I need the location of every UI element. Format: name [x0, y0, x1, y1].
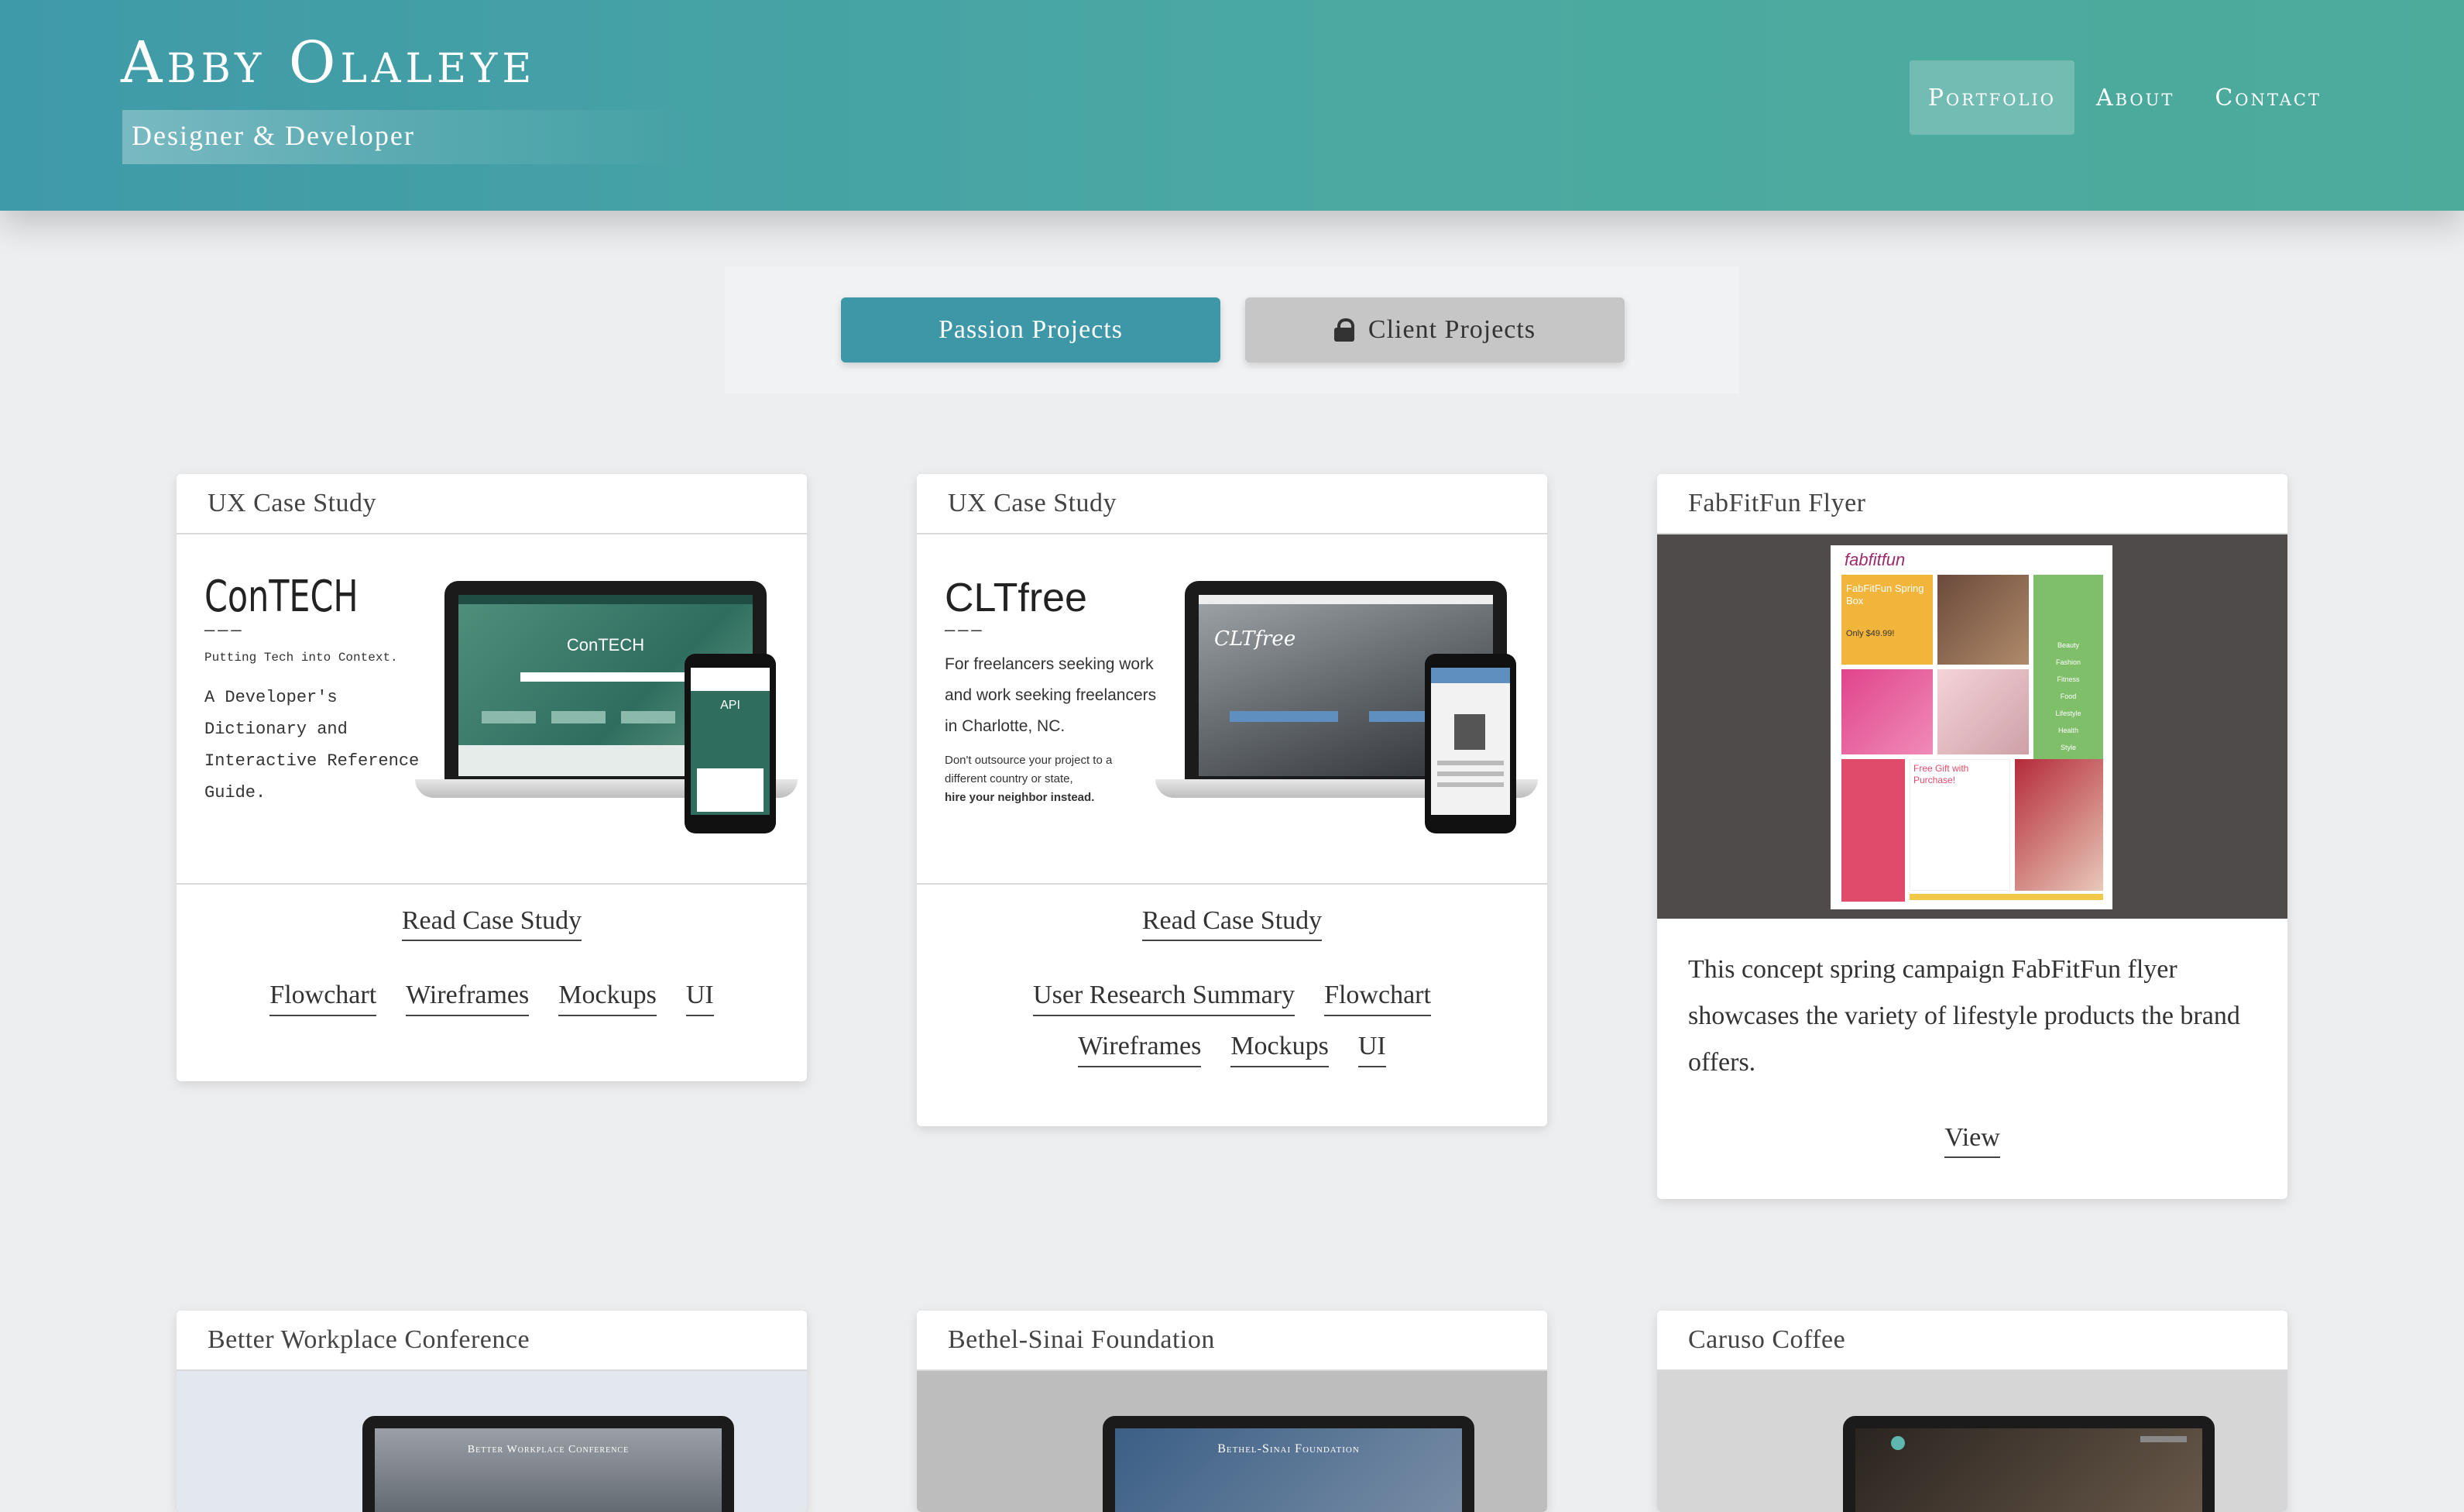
- card-title: UX Case Study: [177, 474, 807, 534]
- project-card-fabfitfun: FabFitFun Flyer fabfitfun FabFitFun Spri…: [1657, 474, 2287, 1199]
- view-link[interactable]: View: [1944, 1123, 2000, 1158]
- flyer-category-list: Beauty Fashion Fitness Food Lifestyle He…: [2033, 575, 2103, 784]
- tag-flowchart[interactable]: Flowchart: [269, 981, 377, 1016]
- tagline-box: Designer & Developer: [122, 110, 695, 164]
- contech-heading: ConTECH: [204, 572, 359, 622]
- contech-subtitle: Putting Tech into Context.: [204, 651, 398, 665]
- lock-icon: [1333, 318, 1354, 342]
- card-title: UX Case Study: [917, 474, 1547, 534]
- tag-flowchart[interactable]: Flowchart: [1324, 981, 1431, 1016]
- tag-mockups[interactable]: Mockups: [1230, 1032, 1329, 1067]
- site-header: Abby Olaleye Designer & Developer Portfo…: [0, 0, 2464, 211]
- phone-mockup: API: [685, 654, 776, 833]
- flyer-gift-panel: Free Gift with Purchase!: [1910, 759, 2010, 891]
- passion-projects-label: Passion Projects: [939, 315, 1123, 344]
- nav-about[interactable]: About: [2078, 60, 2193, 135]
- tag-ui[interactable]: UI: [685, 981, 714, 1016]
- contech-preview-image[interactable]: ConTECH ——— Putting Tech into Context. A…: [177, 534, 807, 885]
- flyer-tile-box: FabFitFun Spring Box Only $49.99!: [1841, 575, 1933, 665]
- tag-user-research-summary[interactable]: User Research Summary: [1033, 981, 1295, 1016]
- project-card-caruso-coffee: Caruso Coffee: [1657, 1311, 2287, 1512]
- tagline: Designer & Developer: [132, 120, 415, 151]
- cltfree-dashes: ———: [945, 621, 985, 641]
- passion-projects-button[interactable]: Passion Projects: [841, 297, 1220, 363]
- card-description: This concept spring campaign FabFitFun f…: [1688, 955, 2240, 1077]
- bethel-sinai-preview-image[interactable]: Bethel-Sinai Foundation: [917, 1371, 1547, 1512]
- flyer-page: fabfitfun FabFitFun Spring Box Only $49.…: [1831, 545, 2112, 909]
- cltfree-small-text: Don't outsource your project to a differ…: [945, 754, 1113, 804]
- tag-wireframes[interactable]: Wireframes: [1078, 1032, 1202, 1067]
- read-case-study-link[interactable]: Read Case Study: [401, 906, 582, 941]
- nav-portfolio[interactable]: Portfolio: [1909, 60, 2074, 135]
- bethel-sinai-screen-text: Bethel-Sinai Foundation: [1217, 1442, 1360, 1455]
- client-projects-label: Client Projects: [1368, 315, 1536, 344]
- site-name[interactable]: Abby Olaleye: [121, 29, 536, 96]
- card-title: Caruso Coffee: [1657, 1311, 2287, 1371]
- tag-wireframes[interactable]: Wireframes: [406, 981, 530, 1016]
- nav-contact[interactable]: Contact: [2196, 60, 2340, 135]
- main-nav: Portfolio About Contact: [1909, 60, 2340, 135]
- cltfree-body: For freelancers seeking work and work se…: [945, 655, 1157, 735]
- tag-mockups[interactable]: Mockups: [558, 981, 657, 1016]
- tag-links: User Research Summary Flowchart Wirefram…: [917, 981, 1547, 1067]
- phone-screen-title: API: [720, 699, 740, 712]
- phone-mockup: [1425, 654, 1516, 833]
- project-type-toggle: Passion Projects Client Projects: [725, 266, 1739, 393]
- card-title: FabFitFun Flyer: [1657, 474, 2287, 534]
- project-card-bethel-sinai: Bethel-Sinai Foundation Bethel-Sinai Fou…: [917, 1311, 1547, 1512]
- laptop-screen-title: CLTfree: [1214, 627, 1296, 651]
- fabfitfun-flyer-image[interactable]: fabfitfun FabFitFun Spring Box Only $49.…: [1657, 534, 2287, 919]
- tag-links: Flowchart Wireframes Mockups UI: [177, 981, 807, 1016]
- client-projects-button[interactable]: Client Projects: [1245, 297, 1625, 363]
- tag-ui[interactable]: UI: [1357, 1032, 1386, 1067]
- read-case-study-link[interactable]: Read Case Study: [1141, 906, 1323, 941]
- better-workplace-preview-image[interactable]: Better Workplace Conference: [177, 1371, 807, 1512]
- better-workplace-screen-text: Better Workplace Conference: [467, 1444, 630, 1455]
- caruso-coffee-preview-image[interactable]: [1657, 1371, 2287, 1512]
- project-card-contech: UX Case Study ConTECH ——— Putting Tech i…: [177, 474, 807, 1081]
- contech-dashes: ———: [204, 621, 245, 641]
- project-card-cltfree: UX Case Study CLTfree ——— For freelancer…: [917, 474, 1547, 1126]
- card-title: Better Workplace Conference: [177, 1311, 807, 1371]
- project-card-better-workplace: Better Workplace Conference Better Workp…: [177, 1311, 807, 1512]
- contech-body: A Developer's Dictionary and Interactive…: [204, 688, 420, 802]
- cltfree-heading: CLTfree: [945, 576, 1087, 620]
- flyer-brand: fabfitfun: [1845, 550, 1906, 569]
- cltfree-preview-image[interactable]: CLTfree ——— For freelancers seeking work…: [917, 534, 1547, 885]
- card-title: Bethel-Sinai Foundation: [917, 1311, 1547, 1371]
- laptop-screen-title: ConTECH: [566, 635, 645, 655]
